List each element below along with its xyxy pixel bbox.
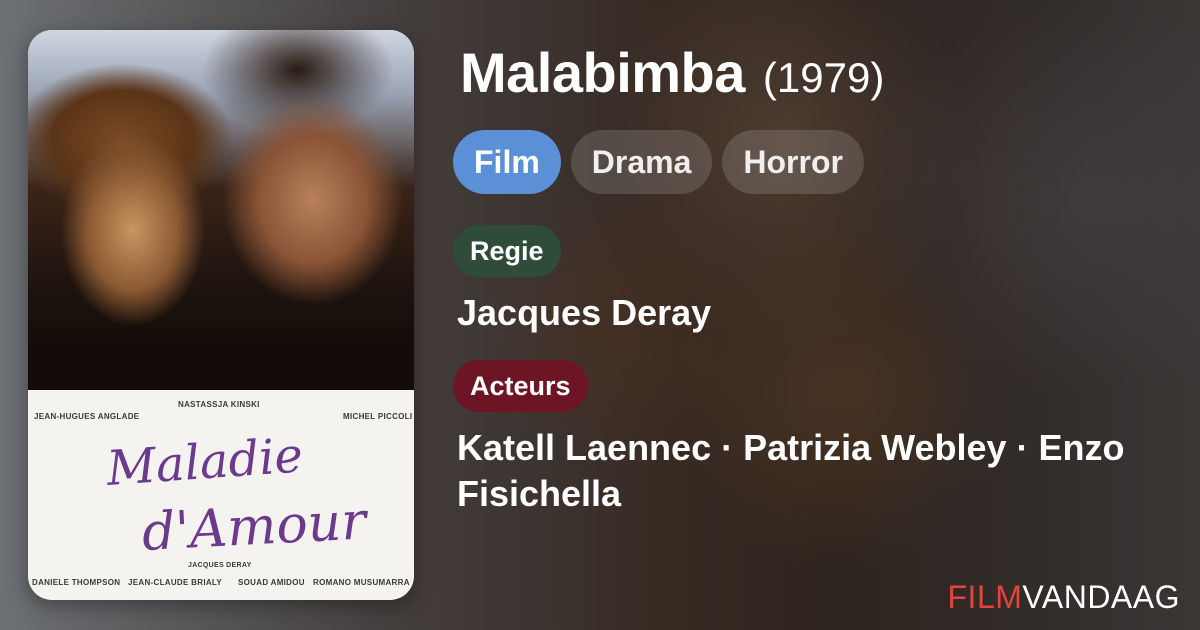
poster-credit-actor: ROMANO MUSUMARRA: [313, 578, 410, 587]
poster-director-credit: JACQUES DERAY: [188, 562, 252, 569]
poster-credit-actor: JEAN-CLAUDE BRIALY: [128, 578, 223, 587]
poster-photo-fade: [28, 320, 414, 390]
poster-credit-actor: JEAN-HUGUES ANGLADE: [34, 412, 140, 421]
genre-chip-drama[interactable]: Drama: [570, 130, 713, 194]
poster-credit-actor: DANIELE THOMPSON: [32, 578, 121, 587]
actors-label: Acteurs: [453, 360, 588, 412]
poster-title-line1: Maladie: [104, 430, 305, 497]
poster-credit-actor: SOUAD AMIDOU: [238, 578, 305, 587]
brand-logo: FILMVANDAAG: [948, 579, 1181, 616]
director-label: Regie: [453, 225, 561, 277]
movie-title: Malabimba: [460, 41, 745, 104]
poster-credit-actor: NASTASSJA KINSKI: [178, 400, 260, 409]
genre-chip-horror[interactable]: Horror: [722, 130, 864, 194]
poster-script-title: Maladie d'Amour: [104, 430, 371, 563]
brand-film-text: FILM: [947, 579, 1023, 615]
movie-year: (1979): [762, 54, 885, 101]
genre-chip-film[interactable]: Film: [453, 130, 561, 194]
brand-vandaag-text: VANDAAG: [1022, 579, 1180, 615]
actor-names: Katell Laennec · Patrizia Webley · Enzo …: [457, 427, 1125, 514]
title-row: Malabimba (1979): [460, 40, 884, 105]
poster-credit-actor: MICHEL PICCOLI: [343, 412, 413, 421]
genre-chips: Film Drama Horror: [453, 130, 864, 194]
poster-title-line2: d'Amour: [141, 491, 371, 563]
movie-poster: JEAN-HUGUES ANGLADE NASTASSJA KINSKI MIC…: [28, 30, 414, 600]
director-names: Jacques Deray: [457, 292, 712, 333]
